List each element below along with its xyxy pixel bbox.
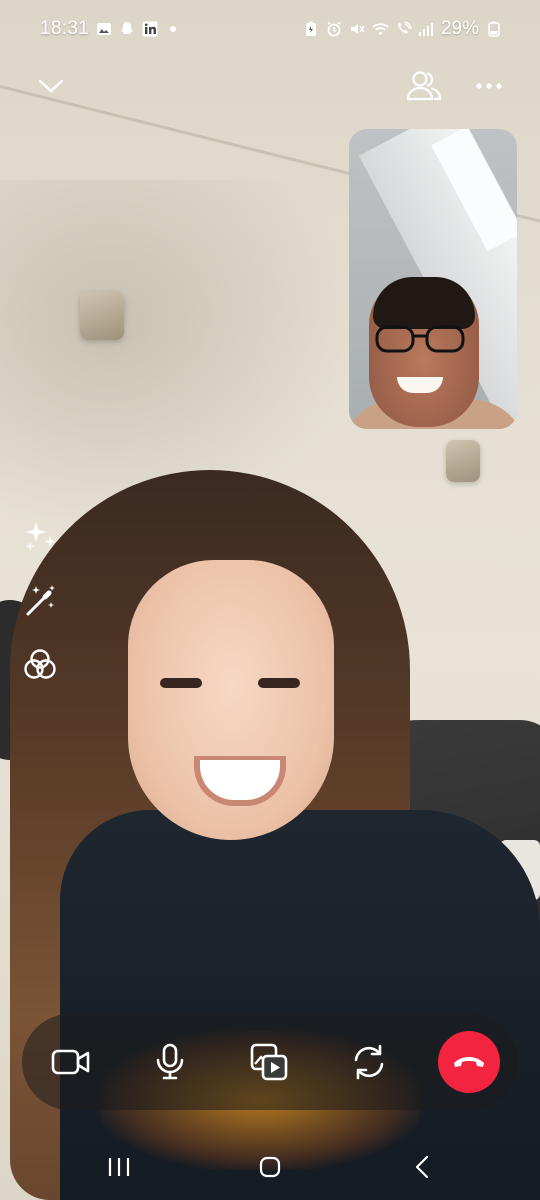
self-view-video[interactable] [349,129,517,429]
sparkles-effect-button[interactable] [19,515,61,557]
sparkles-icon [25,522,56,551]
participants-button[interactable] [402,64,446,108]
people-icon [406,71,442,101]
snapchat-icon [118,20,135,37]
magic-wand-icon [26,585,55,616]
dot-icon [164,20,181,37]
eye [160,678,202,688]
back-icon [415,1155,429,1179]
smile [194,756,286,806]
gallery-icon [95,20,112,37]
flip-camera-icon [354,1044,384,1080]
microphone-button[interactable] [132,1024,208,1100]
video-camera-icon [51,1049,90,1075]
recents-icon [108,1158,130,1176]
magic-wand-button[interactable] [19,579,61,621]
eye [258,678,300,688]
more-options-button[interactable] [467,64,511,108]
home-icon [259,1156,281,1178]
microphone-icon [156,1043,184,1080]
flip-camera-button[interactable] [331,1024,407,1100]
alarm-icon [326,21,343,38]
glasses [375,325,465,353]
media-share-icon [250,1043,288,1081]
chevron-down-icon [38,79,64,93]
status-time: 18:31 [40,18,90,39]
hang-up-icon [454,1057,484,1067]
recents-button[interactable] [94,1145,144,1189]
home-button[interactable] [245,1145,295,1189]
notification-icons [95,20,181,37]
wifi-icon [372,21,389,38]
status-bar: 18:31 29% [0,0,540,60]
back-button[interactable] [397,1145,447,1189]
linkedin-icon [141,20,158,37]
battery-saver-icon [303,21,320,38]
system-icons: 29% [303,18,502,40]
more-dots-icon [476,83,502,89]
wall-light [80,292,124,340]
share-media-button[interactable] [231,1024,307,1100]
battery-percentage: 29% [440,18,479,39]
battery-charging-icon [485,21,502,38]
face [128,560,334,840]
video-toggle-button[interactable] [33,1024,109,1100]
signal-icon [418,21,435,38]
filters-button[interactable] [19,644,61,686]
minimize-button[interactable] [29,64,73,108]
self-view-hair [373,277,475,329]
filters-icon [24,649,56,679]
end-call-button[interactable] [438,1031,500,1093]
wifi-call-icon [395,21,412,38]
mute-icon [349,21,366,38]
